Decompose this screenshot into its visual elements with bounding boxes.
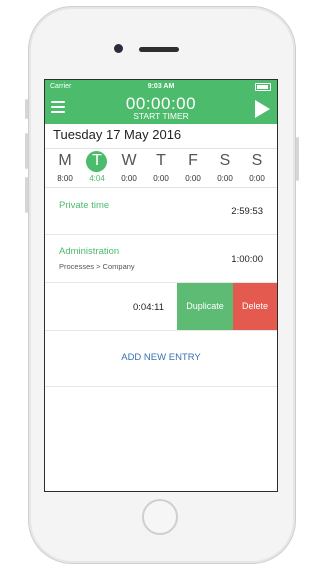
day-letter: S bbox=[251, 152, 263, 169]
entry-subtitle: Processes > Company bbox=[59, 262, 135, 271]
day-hours: 8:00 bbox=[57, 174, 73, 183]
entry-title: Administration bbox=[59, 246, 120, 257]
entry-duration: 1:00:00 bbox=[231, 254, 263, 265]
day-letter: M bbox=[58, 152, 72, 169]
day-sunday[interactable]: S 0:00 bbox=[241, 151, 273, 183]
volume-up-button bbox=[25, 133, 28, 169]
entry-title: Private time bbox=[59, 200, 110, 211]
status-time: 9:03 AM bbox=[147, 83, 175, 90]
add-new-entry-button[interactable]: ADD NEW ENTRY bbox=[45, 352, 277, 363]
mute-switch bbox=[25, 99, 28, 119]
day-letter: T bbox=[92, 152, 102, 169]
app-screen: Carrier 9:03 AM 00:00:00 START TIMER Tue… bbox=[44, 79, 278, 492]
home-button[interactable] bbox=[142, 499, 178, 535]
day-thursday[interactable]: T 0:00 bbox=[145, 151, 177, 183]
day-friday[interactable]: F 0:00 bbox=[177, 151, 209, 183]
time-entry-row[interactable]: Private time 2:59:53 bbox=[45, 187, 277, 235]
header-bar: Carrier 9:03 AM 00:00:00 START TIMER bbox=[45, 80, 277, 124]
swiped-entry-row[interactable]: 0:04:11 Duplicate Delete bbox=[45, 283, 277, 331]
time-entry-row[interactable]: Administration Processes > Company 1:00:… bbox=[45, 235, 277, 283]
status-bar: Carrier 9:03 AM bbox=[45, 81, 277, 93]
earpiece-speaker bbox=[139, 47, 179, 52]
delete-button[interactable]: Delete bbox=[233, 283, 277, 330]
day-hours: 0:00 bbox=[153, 174, 169, 183]
divider bbox=[45, 386, 277, 387]
day-letter: T bbox=[156, 152, 166, 169]
duplicate-button[interactable]: Duplicate bbox=[177, 283, 233, 330]
day-letter: W bbox=[121, 152, 137, 169]
day-letter: S bbox=[219, 152, 231, 169]
volume-down-button bbox=[25, 177, 28, 213]
date-title: Tuesday 17 May 2016 bbox=[53, 127, 182, 142]
day-monday[interactable]: M 8:00 bbox=[49, 151, 81, 183]
day-letter: F bbox=[188, 152, 198, 169]
battery-icon bbox=[255, 83, 271, 91]
day-hours: 0:00 bbox=[121, 174, 137, 183]
day-wednesday[interactable]: W 0:00 bbox=[113, 151, 145, 183]
entry-duration: 2:59:53 bbox=[231, 206, 263, 217]
play-icon[interactable] bbox=[255, 100, 270, 118]
power-button bbox=[296, 137, 299, 181]
day-hours: 0:00 bbox=[217, 174, 233, 183]
entry-duration: 0:04:11 bbox=[133, 302, 164, 313]
day-tuesday[interactable]: T 4:04 bbox=[81, 151, 113, 183]
front-camera bbox=[114, 44, 123, 53]
day-hours: 0:00 bbox=[185, 174, 201, 183]
day-hours: 0:00 bbox=[249, 174, 265, 183]
day-saturday[interactable]: S 0:00 bbox=[209, 151, 241, 183]
day-hours: 4:04 bbox=[89, 174, 105, 183]
week-day-selector: M 8:00 T 4:04 W 0:00 T 0:00 F 0:00 S 0:0… bbox=[45, 148, 277, 188]
start-timer-label[interactable]: START TIMER bbox=[45, 111, 277, 121]
